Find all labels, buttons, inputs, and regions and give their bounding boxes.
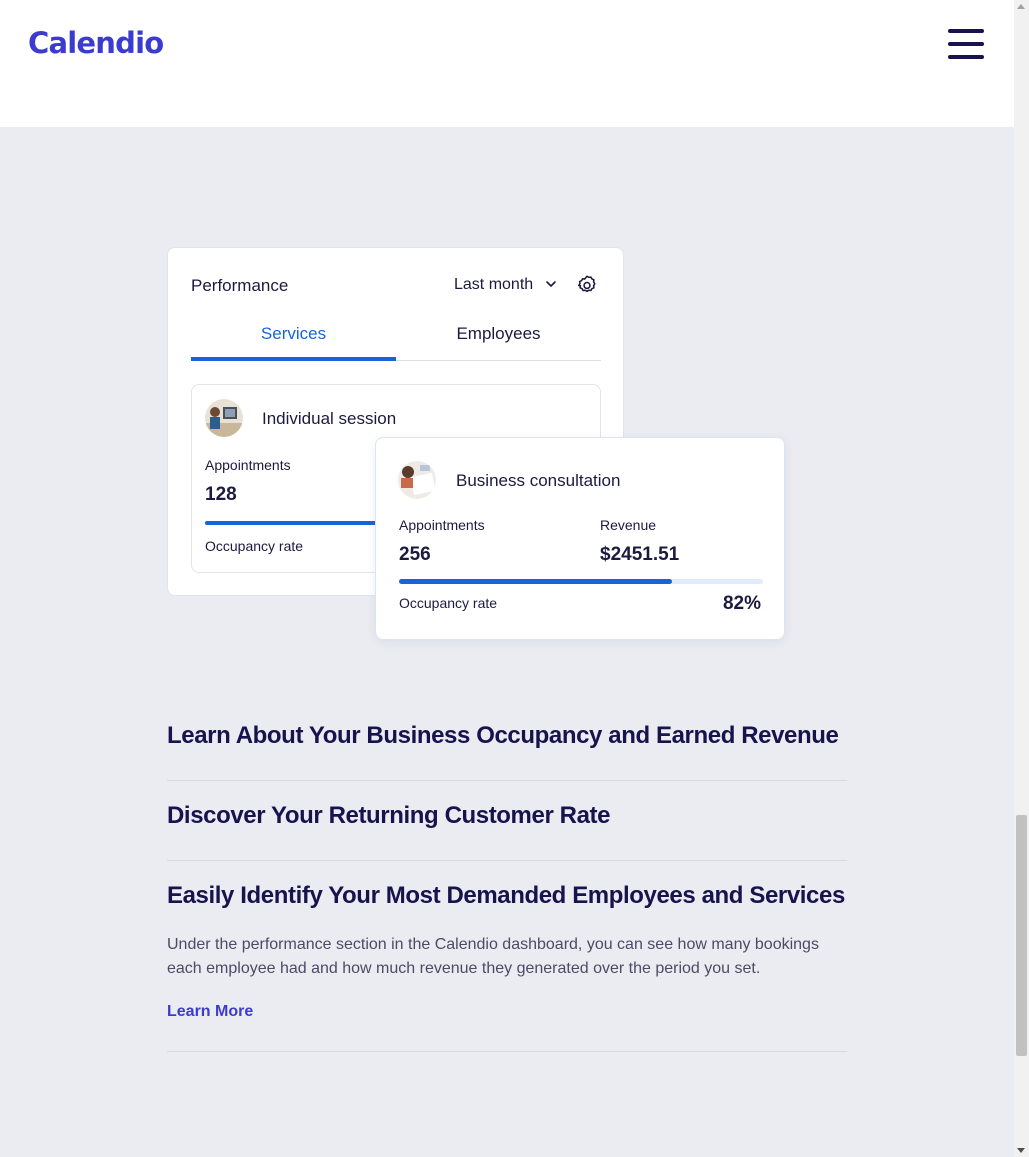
period-dropdown[interactable]: Last month: [454, 276, 533, 294]
appointments-value: 128: [205, 484, 237, 505]
tab-employees[interactable]: Employees: [396, 324, 601, 344]
accordion-item-occupancy[interactable]: Learn About Your Business Occupancy and …: [167, 722, 847, 750]
accordion-description: Under the performance section in the Cal…: [167, 936, 819, 977]
accordion-heading[interactable]: Easily Identify Your Most Demanded Emplo…: [167, 882, 847, 910]
active-tab-indicator: [191, 357, 396, 361]
appointments-label: Appointments: [399, 517, 485, 533]
service-card-business-consultation: Business consultation Appointments 256 R…: [375, 437, 785, 640]
hamburger-line: [948, 55, 984, 59]
learn-more-link[interactable]: Learn More: [167, 1003, 253, 1021]
occupancy-progress-fill: [399, 579, 672, 584]
site-header: Calendio: [0, 0, 1014, 127]
page: Calendio Performance Last month Services…: [0, 0, 1014, 1157]
service-name: Individual session: [262, 409, 397, 428]
chevron-down-icon[interactable]: [544, 278, 558, 290]
accordion-item-demanded-employees[interactable]: Easily Identify Your Most Demanded Emplo…: [167, 882, 847, 910]
divider: [167, 1051, 847, 1052]
accordion-heading[interactable]: Learn About Your Business Occupancy and …: [167, 722, 847, 750]
performance-title: Performance: [191, 276, 289, 295]
divider: [167, 780, 847, 781]
logo[interactable]: Calendio: [28, 26, 164, 60]
service-name: Business consultation: [456, 471, 621, 490]
scrollbar-thumb[interactable]: [1016, 815, 1027, 1056]
scrollbar[interactable]: [1014, 0, 1029, 1157]
appointments-value: 256: [399, 544, 431, 565]
occupancy-label: Occupancy rate: [205, 538, 304, 554]
hamburger-menu-icon[interactable]: [946, 26, 986, 62]
occupancy-value: 82%: [722, 593, 761, 614]
scroll-down-arrow-icon[interactable]: [1017, 1148, 1025, 1153]
accordion-heading[interactable]: Discover Your Returning Customer Rate: [167, 802, 847, 830]
scroll-up-arrow-icon[interactable]: [1017, 4, 1025, 9]
occupancy-label: Occupancy rate: [399, 595, 498, 611]
avatar: [205, 399, 243, 437]
divider: [167, 860, 847, 861]
revenue-label: Revenue: [600, 517, 657, 533]
occupancy-progress-bar: [399, 579, 763, 584]
accordion-item-returning-customers[interactable]: Discover Your Returning Customer Rate: [167, 802, 847, 830]
avatar: [398, 461, 436, 499]
hamburger-line: [948, 42, 984, 46]
performance-tabs: Services Employees: [191, 324, 601, 361]
appointments-label: Appointments: [205, 457, 291, 473]
hamburger-line: [948, 29, 984, 33]
gear-icon[interactable]: [576, 274, 598, 296]
revenue-value: $2451.51: [600, 544, 680, 565]
tab-services[interactable]: Services: [191, 324, 396, 344]
